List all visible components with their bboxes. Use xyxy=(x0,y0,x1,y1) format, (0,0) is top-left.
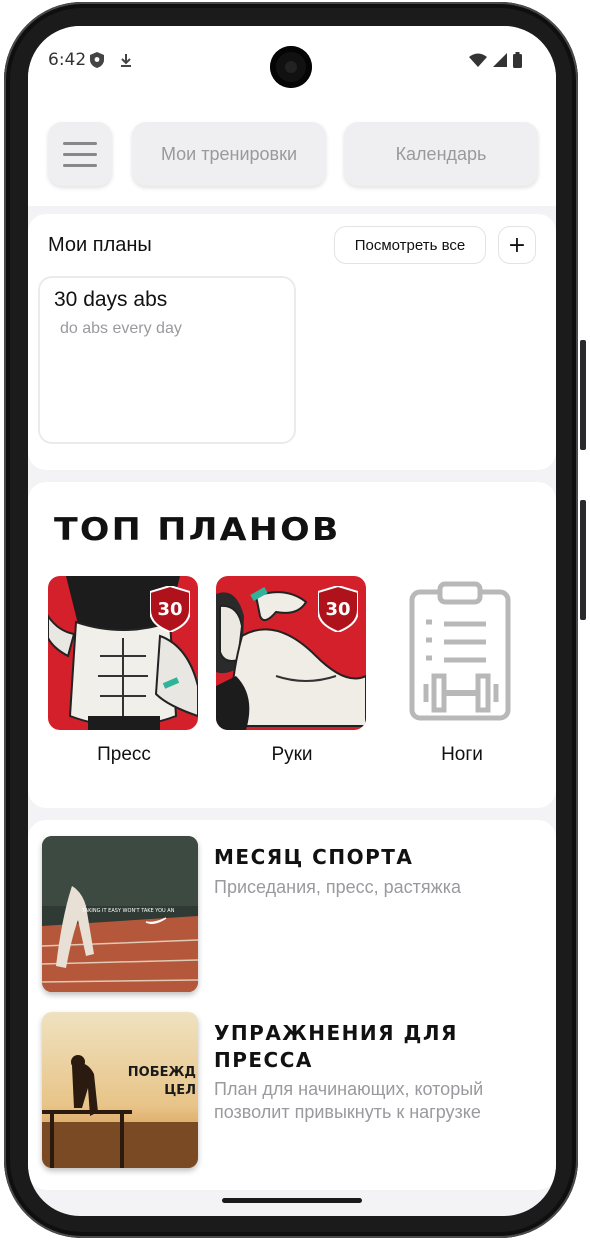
app-screen: 6:42 Мои тренировки Календарь Мои планы … xyxy=(28,26,556,1216)
programs-section: TAKING IT EASY WON'T TAKE YOU AN МЕСЯЦ С… xyxy=(28,820,556,1190)
program-image: TAKING IT EASY WON'T TAKE YOU AN xyxy=(42,836,198,992)
tab-my-workouts[interactable]: Мои тренировки xyxy=(132,122,326,186)
battery-icon xyxy=(513,52,522,68)
view-all-button[interactable]: Посмотреть все xyxy=(334,226,486,264)
abs-plan-image: 30 xyxy=(48,576,198,730)
add-plan-button[interactable]: + xyxy=(498,226,536,264)
status-icons xyxy=(469,52,522,68)
hamburger-icon xyxy=(63,142,97,145)
program-description: Приседания, пресс, растяжка xyxy=(214,877,461,897)
plan-description: do abs every day xyxy=(60,320,182,337)
top-plans-section: ТОП ПЛАНОВ 30 Пресс 30 Руки Ноги xyxy=(28,482,556,808)
hamburger-icon-line xyxy=(63,153,97,156)
status-bar: 6:42 xyxy=(28,26,556,98)
download-icon xyxy=(121,54,131,67)
program-image-text: ЦЕЛ xyxy=(164,1083,196,1098)
shield-icon xyxy=(90,52,104,68)
wifi-icon xyxy=(469,53,487,67)
section-title: ТОП ПЛАНОВ xyxy=(54,512,341,548)
top-plan-abs[interactable]: 30 Пресс xyxy=(48,576,200,766)
plan-name: 30 days abs xyxy=(54,288,168,311)
program-item[interactable]: ПОБЕЖД ЦЕЛ УПРАЖНЕНИЯ ДЛЯ ПРЕССА План дл… xyxy=(42,1012,542,1168)
program-image: ПОБЕЖД ЦЕЛ xyxy=(42,1012,198,1168)
tab-calendar[interactable]: Календарь xyxy=(344,122,538,186)
power-button xyxy=(580,500,586,620)
plan-card[interactable]: 30 days abs do abs every day xyxy=(38,276,296,444)
program-title: МЕСЯЦ СПОРТА xyxy=(214,845,414,869)
badge-text: 30 xyxy=(325,599,350,620)
badge-30-icon: 30 xyxy=(150,586,190,632)
badge-text: 30 xyxy=(157,599,182,620)
top-plan-legs[interactable]: Ноги xyxy=(386,576,538,766)
top-plan-label: Пресс xyxy=(97,744,151,765)
program-item[interactable]: TAKING IT EASY WON'T TAKE YOU AN МЕСЯЦ С… xyxy=(42,836,542,992)
top-plan-arms[interactable]: 30 Руки xyxy=(216,576,368,766)
menu-button[interactable] xyxy=(48,122,112,186)
section-title: Мои планы xyxy=(48,234,152,256)
status-time: 6:42 xyxy=(48,50,87,70)
badge-30-icon: 30 xyxy=(318,586,358,632)
top-plan-label: Ноги xyxy=(441,744,483,765)
program-title: УПРАЖНЕНИЯ ДЛЯ ПРЕССА xyxy=(214,1021,458,1072)
my-plans-section: Мои планы Посмотреть все + 30 days abs d… xyxy=(28,214,556,470)
clipboard-dumbbell-icon xyxy=(386,576,536,730)
program-image-text: TAKING IT EASY WON'T TAKE YOU AN xyxy=(81,908,175,914)
front-camera xyxy=(270,46,312,88)
program-image-text: ПОБЕЖД xyxy=(128,1065,196,1080)
hamburger-icon-line xyxy=(63,164,97,167)
top-plan-label: Руки xyxy=(271,744,313,765)
program-description: План для начинающих, который позволит пр… xyxy=(214,1079,484,1122)
signal-icon xyxy=(493,53,507,67)
arms-plan-image: 30 xyxy=(216,576,366,730)
volume-button xyxy=(580,340,586,450)
top-navigation: Мои тренировки Календарь xyxy=(28,98,556,206)
home-indicator[interactable] xyxy=(222,1198,362,1203)
